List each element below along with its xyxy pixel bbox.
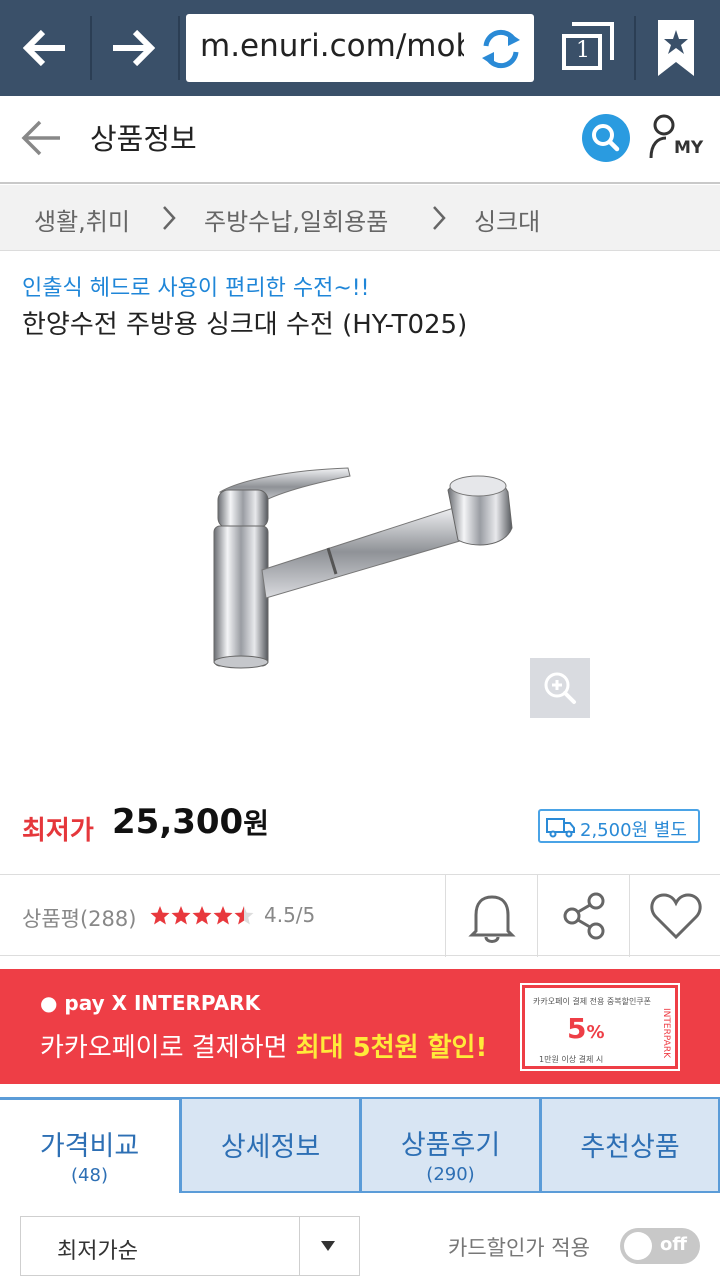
url-text[interactable]: m.enuri.com/mobile/detail.jsp [200, 28, 464, 64]
lowest-price-label: 최저가 [22, 816, 94, 846]
shipping-fee: 2,500원 별도 [580, 820, 687, 841]
breadcrumb-item-sink[interactable]: 싱크대 [474, 202, 540, 237]
card-discount-label: 카드할인가 적용 [448, 1236, 590, 1260]
coupon-percent: 5% [567, 1012, 605, 1045]
tab-label: 추천상품 [580, 1132, 680, 1163]
coupon-condition: 1만원 이상 결제 시 [539, 1055, 604, 1064]
arrow-right-icon [113, 30, 155, 66]
detail-tabs: 가격비교 (48) 상세정보 상품후기 (290) 추천상품 [0, 1097, 720, 1193]
toolbar-divider [90, 16, 92, 80]
toggle-state: off [660, 1234, 687, 1255]
browser-toolbar: m.enuri.com/mobile/detail.jsp 1 [0, 0, 720, 96]
zoom-in-icon [544, 672, 576, 704]
tab-reviews[interactable]: 상품후기 (290) [360, 1097, 541, 1193]
bookmark-star-icon [658, 20, 694, 76]
breadcrumb: 생활,취미 주방수납,일회용품 싱크대 [0, 185, 720, 251]
back-arrow-icon[interactable] [20, 116, 64, 160]
my-label: MY [674, 138, 704, 158]
page-title: 상품정보 [90, 122, 197, 156]
breadcrumb-item-lifestyle[interactable]: 생활,취미 [34, 202, 130, 237]
tab-label: 가격비교 [39, 1131, 140, 1162]
tab-price-compare[interactable]: 가격비교 (48) [0, 1097, 181, 1193]
price-unit: 원 [243, 807, 269, 840]
product-name: 한양수전 주방용 싱크대 수전 (HY-T025) [22, 310, 468, 340]
faucet-product-image[interactable] [200, 450, 530, 680]
browser-back-button[interactable] [5, 10, 85, 86]
search-button[interactable] [582, 114, 630, 162]
lowest-price: 25,300원 [112, 802, 269, 842]
sort-dropdown[interactable]: 최저가순 [20, 1216, 360, 1276]
promo-partner-line: ● pay X INTERPARK [40, 991, 261, 1015]
share-icon [563, 892, 605, 940]
arrow-left-icon [23, 30, 65, 66]
rating-stars [150, 906, 254, 925]
tab-switcher-button[interactable]: 1 [556, 18, 620, 78]
address-bar[interactable]: m.enuri.com/mobile/detail.jsp [186, 14, 534, 82]
my-page-button[interactable]: MY [648, 112, 708, 164]
card-discount-toggle[interactable]: off [620, 1228, 700, 1264]
tab-count: (48) [71, 1165, 108, 1186]
product-subtitle: 인출식 헤드로 사용이 편리한 수전~!! [22, 276, 370, 301]
chevron-right-icon [433, 206, 446, 230]
review-count[interactable]: 상품평(288) [22, 903, 136, 933]
breadcrumb-item-kitchen[interactable]: 주방수납,일회용품 [204, 202, 388, 237]
triangle-down-icon [321, 1241, 335, 1251]
tab-recommended[interactable]: 추천상품 [540, 1097, 720, 1193]
zoom-button[interactable] [530, 658, 590, 718]
tab-label: 상세정보 [220, 1132, 321, 1163]
bell-icon [468, 895, 516, 943]
price-alert-button[interactable] [445, 875, 537, 957]
coupon-graphic: 카카오페이 결제 전용 중복할인쿠폰 5% 1만원 이상 결제 시 INTERP… [520, 983, 680, 1071]
wishlist-button[interactable] [629, 875, 720, 957]
coupon-caption: 카카오페이 결제 전용 중복할인쿠폰 [533, 997, 652, 1006]
promo-text-prefix: 카카오페이로 결제하면 [40, 1033, 296, 1063]
share-button[interactable] [537, 875, 629, 957]
truck-icon [546, 818, 575, 838]
toggle-knob [624, 1232, 652, 1260]
toolbar-divider [634, 16, 636, 80]
promo-highlight: 최대 5천원 할인! [295, 1033, 488, 1063]
price-amount: 25,300 [112, 802, 244, 842]
rating-action-row: 상품평(288) 4.5/5 [0, 874, 720, 957]
sort-divider [299, 1217, 300, 1275]
tab-count: 1 [576, 38, 590, 63]
kakaopay-promo-banner[interactable]: ● pay X INTERPARK 카카오페이로 결제하면 최대 5천원 할인!… [0, 969, 720, 1084]
shipping-badge: 2,500원 별도 [538, 809, 700, 843]
coupon-brand: INTERPARK [661, 1008, 671, 1058]
coupon-percent-sign: % [586, 1022, 605, 1043]
reload-icon[interactable] [478, 26, 524, 72]
toolbar-divider [178, 16, 180, 80]
tab-details[interactable]: 상세정보 [180, 1097, 361, 1193]
chevron-right-icon [163, 206, 176, 230]
bookmark-button[interactable] [646, 14, 706, 82]
coupon-percent-value: 5 [567, 1012, 587, 1045]
rating-score: 4.5/5 [264, 903, 316, 927]
heart-icon [650, 893, 702, 940]
tab-label: 상품후기 [400, 1130, 501, 1161]
sort-selected-value: 최저가순 [57, 1239, 138, 1264]
browser-forward-button[interactable] [93, 10, 173, 86]
promo-text: 카카오페이로 결제하면 최대 5천원 할인! [40, 1027, 487, 1064]
page-header: 상품정보 MY [0, 96, 720, 184]
search-icon [592, 124, 620, 152]
tab-count: (290) [426, 1164, 475, 1185]
